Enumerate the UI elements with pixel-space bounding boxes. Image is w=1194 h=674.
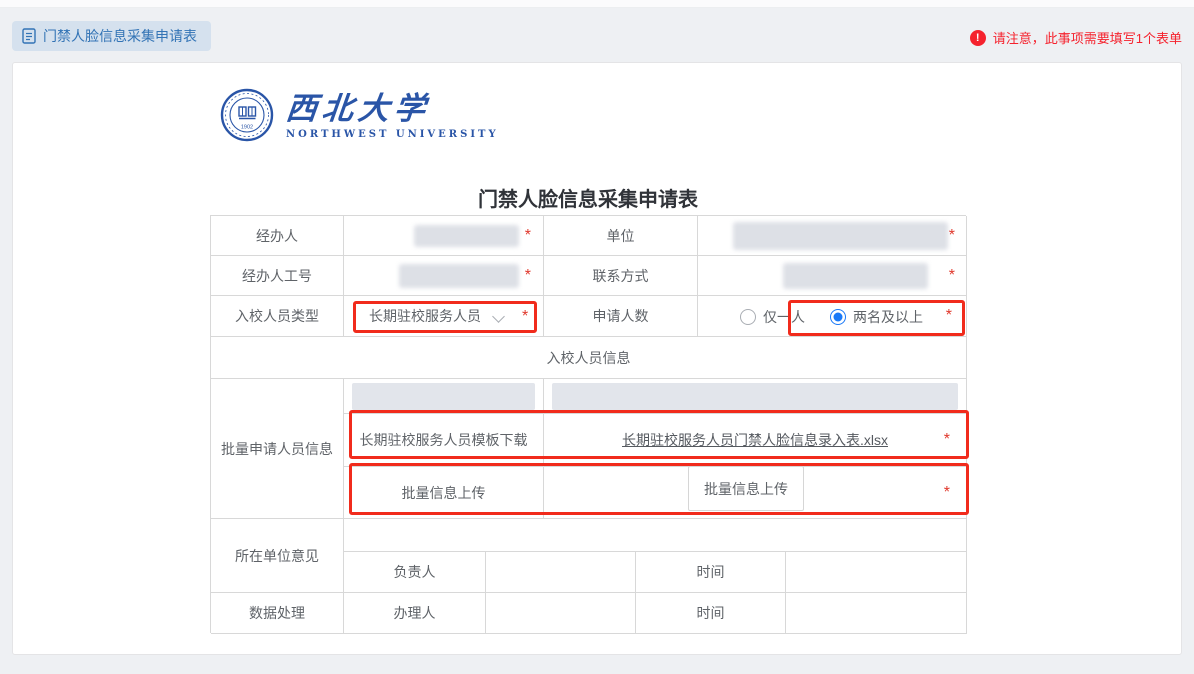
section-unit-opinion-label: 所在单位意见	[211, 519, 344, 593]
field-handler-time	[786, 593, 967, 634]
page: 门禁人脸信息采集申请表 请注意，此事项需要填写1个表单 1902 西北大学 NO…	[0, 0, 1194, 674]
redacted-value	[733, 222, 948, 250]
required-mark: *	[525, 268, 531, 284]
label-contact: 联系方式	[544, 256, 698, 296]
required-mark: *	[944, 432, 950, 448]
label-applicant-count: 申请人数	[544, 296, 698, 337]
redacted-bar	[352, 383, 535, 410]
application-form-table: 经办人 * 单位 * 经办人工号 * 联系方式 * 入校人员类型 长期驻校服务人…	[210, 215, 966, 633]
label-handler-time: 时间	[636, 593, 786, 634]
label-entrant-type: 入校人员类型	[211, 296, 344, 337]
warning-icon	[970, 30, 986, 46]
required-mark: *	[944, 485, 950, 501]
redacted-bar	[552, 383, 958, 410]
university-name-cn: 西北大学	[284, 92, 500, 126]
radio-option-multiple[interactable]: 两名及以上	[830, 296, 923, 337]
label-handler: 办理人	[344, 593, 486, 634]
section-data-processing-label: 数据处理	[211, 593, 344, 634]
required-mark: *	[949, 268, 955, 284]
field-unit[interactable]: *	[698, 216, 967, 256]
document-icon	[22, 28, 36, 44]
chevron-down-icon	[492, 310, 505, 323]
radio-checked-icon	[830, 309, 846, 325]
required-mark: *	[949, 228, 955, 244]
section-batch-info-label: 批量申请人员信息	[211, 379, 344, 519]
required-mark: *	[525, 228, 531, 244]
radio-unchecked-icon	[740, 309, 756, 325]
top-strip	[0, 0, 1194, 8]
radio-label-single: 仅一人	[763, 307, 805, 327]
university-seal-icon: 1902	[220, 88, 274, 147]
tab-form-access-face[interactable]: 门禁人脸信息采集申请表	[12, 21, 211, 51]
form-title: 门禁人脸信息采集申请表	[210, 183, 966, 212]
entrant-type-selected-value: 长期驻校服务人员	[369, 296, 481, 337]
section-entrant-info: 入校人员信息	[211, 337, 967, 379]
radio-option-single[interactable]: 仅一人	[740, 296, 805, 337]
tab-label: 门禁人脸信息采集申请表	[43, 26, 197, 46]
batch-upload-button[interactable]: 批量信息上传	[688, 466, 804, 511]
field-handler	[486, 593, 636, 634]
university-wordmark: 西北大学 NORTHWEST UNIVERSITY	[286, 88, 499, 140]
label-unit: 单位	[544, 216, 698, 256]
label-template-download: 长期驻校服务人员模板下载	[344, 414, 544, 467]
required-mark: *	[522, 309, 528, 325]
field-principal-time	[786, 552, 967, 593]
label-principal: 负责人	[344, 552, 486, 593]
university-name-en: NORTHWEST UNIVERSITY	[286, 129, 499, 140]
redacted-value	[783, 263, 928, 289]
radio-label-multiple: 两名及以上	[853, 307, 923, 327]
field-principal	[486, 552, 636, 593]
template-file-link[interactable]: 长期驻校服务人员门禁人脸信息录入表.xlsx	[622, 430, 888, 450]
field-contact[interactable]: *	[698, 256, 967, 296]
cell-redacted-a	[344, 379, 544, 414]
notice-banner: 请注意，此事项需要填写1个表单	[970, 28, 1182, 47]
cell-redacted-b	[544, 379, 967, 414]
university-logo: 1902 西北大学 NORTHWEST UNIVERSITY	[220, 88, 499, 147]
seal-year: 1902	[241, 125, 253, 131]
label-batch-upload: 批量信息上传	[344, 467, 544, 519]
notice-text: 请注意，此事项需要填写1个表单	[993, 28, 1182, 47]
redacted-value	[399, 264, 519, 288]
label-principal-time: 时间	[636, 552, 786, 593]
cell-template-file: 长期驻校服务人员门禁人脸信息录入表.xlsx *	[544, 414, 967, 467]
redacted-value	[414, 225, 519, 247]
field-operator-id[interactable]: *	[344, 256, 544, 296]
field-operator[interactable]: *	[344, 216, 544, 256]
label-operator-id: 经办人工号	[211, 256, 344, 296]
entrant-type-select[interactable]: 长期驻校服务人员 *	[344, 296, 544, 337]
cell-unit-opinion-text	[344, 519, 967, 552]
label-operator: 经办人	[211, 216, 344, 256]
cell-applicant-count: 仅一人 两名及以上 *	[698, 296, 967, 337]
required-mark: *	[946, 308, 952, 324]
